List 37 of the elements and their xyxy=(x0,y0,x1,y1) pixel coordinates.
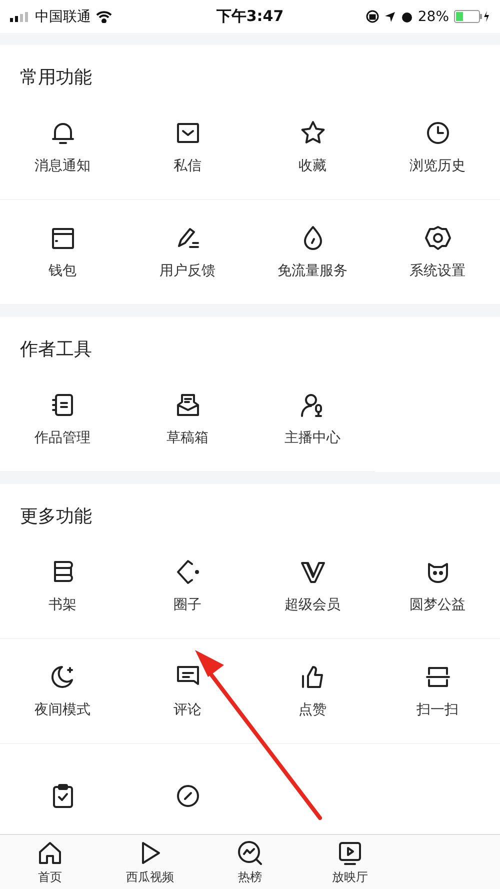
section-title: 常用功能 xyxy=(19,66,93,90)
tab[interactable]: 放映厅 xyxy=(300,835,400,889)
tab[interactable]: 首页 xyxy=(0,835,100,889)
section-title: 更多功能 xyxy=(19,505,93,529)
menu-item-label[interactable]: 作品管理 xyxy=(34,429,90,447)
alarm-icon xyxy=(400,10,413,22)
tab[interactable]: 西瓜视频 xyxy=(100,835,200,889)
menu-item-label[interactable]: 圆梦公益 xyxy=(410,596,466,614)
settings-icon xyxy=(424,224,452,252)
clock-time: 下午3:47 xyxy=(216,7,284,26)
trend-icon xyxy=(236,838,264,866)
menu-item-label[interactable]: 钱包 xyxy=(48,262,76,280)
signal-icon xyxy=(10,12,30,22)
menu-item-label[interactable]: 夜间模式 xyxy=(34,701,90,719)
rotation-lock-icon xyxy=(366,10,379,23)
menu-item-label[interactable]: 收藏 xyxy=(298,157,326,175)
menu-item-label[interactable]: 浏览历史 xyxy=(410,157,466,175)
menu-item-label[interactable]: 书架 xyxy=(48,596,76,614)
menu-item-label[interactable]: 私信 xyxy=(174,157,202,175)
section-title: 作者工具 xyxy=(19,338,93,362)
battery-percent: 28% xyxy=(418,8,449,24)
tab[interactable]: 热榜 xyxy=(200,835,300,889)
battery-charging-icon xyxy=(454,10,490,23)
carrier-name: 中国联通 xyxy=(35,8,91,26)
menu-item-label[interactable]: 圈子 xyxy=(174,596,202,614)
wifi-icon xyxy=(96,10,112,22)
menu-item-label[interactable]: 免流量服务 xyxy=(278,262,348,280)
location-icon xyxy=(384,10,396,22)
menu-item-label[interactable]: 点赞 xyxy=(298,701,326,719)
menu-item-label[interactable]: 超级会员 xyxy=(284,596,340,614)
menu-item-label[interactable]: 消息通知 xyxy=(34,157,90,175)
menu-item-label[interactable]: 用户反馈 xyxy=(160,262,216,280)
menu-item-label[interactable]: 草稿箱 xyxy=(166,429,208,447)
menu-item-label[interactable]: 评论 xyxy=(174,701,202,719)
menu-item-label[interactable]: 扫一扫 xyxy=(416,701,458,719)
menu-item-label[interactable]: 主播中心 xyxy=(284,429,340,447)
menu-item-label[interactable]: 系统设置 xyxy=(410,262,466,280)
